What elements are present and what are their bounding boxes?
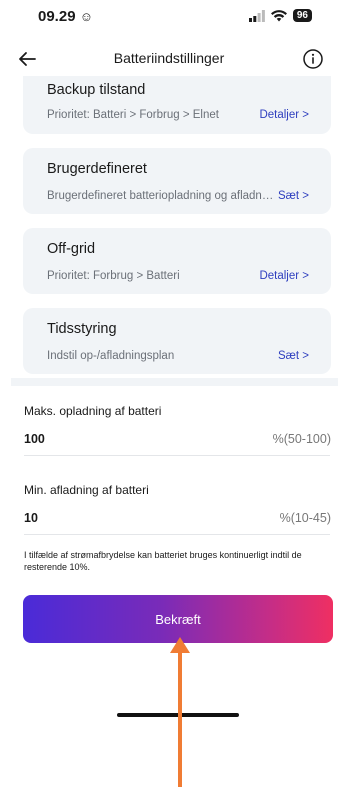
mode-card-subtitle: Prioritet: Batteri > Forbrug > Elnet xyxy=(47,109,219,121)
mode-card-title: Backup tilstand xyxy=(47,82,146,98)
confirm-button[interactable]: Bekræft xyxy=(23,595,333,643)
status-time: 09.29 ☺ xyxy=(38,8,93,25)
clock: 09.29 xyxy=(38,8,76,25)
signal-icon xyxy=(248,9,265,22)
min-discharge-range: %(10-45) xyxy=(279,511,331,525)
set-link[interactable]: Sæt > xyxy=(278,350,309,362)
details-link[interactable]: Detaljer > xyxy=(259,109,309,121)
status-bar: 09.29 ☺ 96 xyxy=(0,0,338,36)
mode-list: Backup tilstand Prioritet: Batteri > For… xyxy=(23,76,331,388)
mode-card-title: Tidsstyring xyxy=(47,321,117,337)
max-charge-label: Maks. opladning af batteri xyxy=(24,404,162,418)
info-note: I tilfælde af strømafbrydelse kan batter… xyxy=(24,550,302,572)
mode-card-custom[interactable]: Brugerdefineret Brugerdefineret batterio… xyxy=(23,148,331,214)
max-charge-underline xyxy=(24,455,330,456)
mode-card-subtitle: Brugerdefineret batteriopladning og afla… xyxy=(47,190,275,202)
status-icons: 96 xyxy=(248,9,312,22)
mode-card-subtitle-wrap: Brugerdefineret batteriopladning og afla… xyxy=(47,190,275,205)
mode-card-subtitle: Indstil op-/afladningsplan xyxy=(47,350,175,362)
min-discharge-input[interactable]: 10 xyxy=(24,511,38,525)
wifi-icon xyxy=(270,9,287,21)
annotation-arrow-shaft xyxy=(178,648,182,787)
min-discharge-underline xyxy=(24,534,330,535)
max-charge-input[interactable]: 100 xyxy=(24,432,45,446)
mode-card-title: Brugerdefineret xyxy=(47,161,147,177)
mode-card-schedule[interactable]: Tidsstyring Indstil op-/afladningsplan S… xyxy=(23,308,331,374)
set-link[interactable]: Sæt > xyxy=(278,190,309,202)
battery-icon: 96 xyxy=(292,9,312,22)
mode-card-offgrid[interactable]: Off-grid Prioritet: Forbrug > Batteri De… xyxy=(23,228,331,294)
mode-card-subtitle: Prioritet: Forbrug > Batteri xyxy=(47,270,180,282)
page-title: Batteriindstillinger xyxy=(113,50,225,66)
mode-card-title: Off-grid xyxy=(47,241,96,257)
nav-header: Batteriindstillinger xyxy=(0,44,338,74)
details-link[interactable]: Detaljer > xyxy=(259,270,309,282)
mode-card-backup[interactable]: Backup tilstand Prioritet: Batteri > For… xyxy=(23,76,331,134)
section-divider xyxy=(11,378,338,386)
smiley-icon: ☺ xyxy=(79,9,93,24)
confirm-button-label: Bekræft xyxy=(155,611,201,627)
max-charge-range: %(50-100) xyxy=(272,432,331,446)
min-discharge-label: Min. afladning af batteri xyxy=(24,483,149,497)
info-icon[interactable] xyxy=(302,48,324,70)
